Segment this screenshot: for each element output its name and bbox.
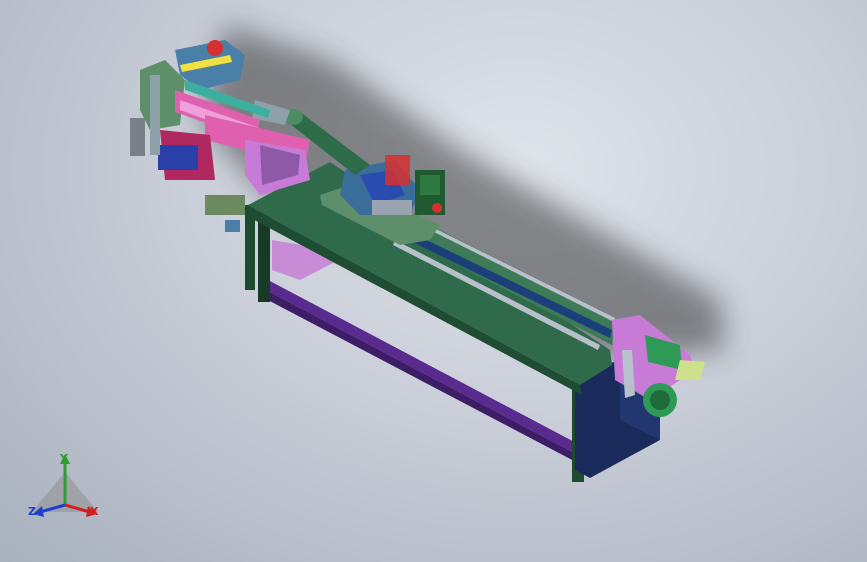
axis-triad[interactable] (20, 450, 130, 540)
x-axis-label: X (90, 505, 99, 518)
y-axis-label: Y (60, 452, 68, 465)
model-viewport[interactable]: Y Z X (0, 0, 867, 562)
z-axis-label: Z (28, 505, 36, 518)
tube-bending-machine-model[interactable] (0, 0, 867, 562)
